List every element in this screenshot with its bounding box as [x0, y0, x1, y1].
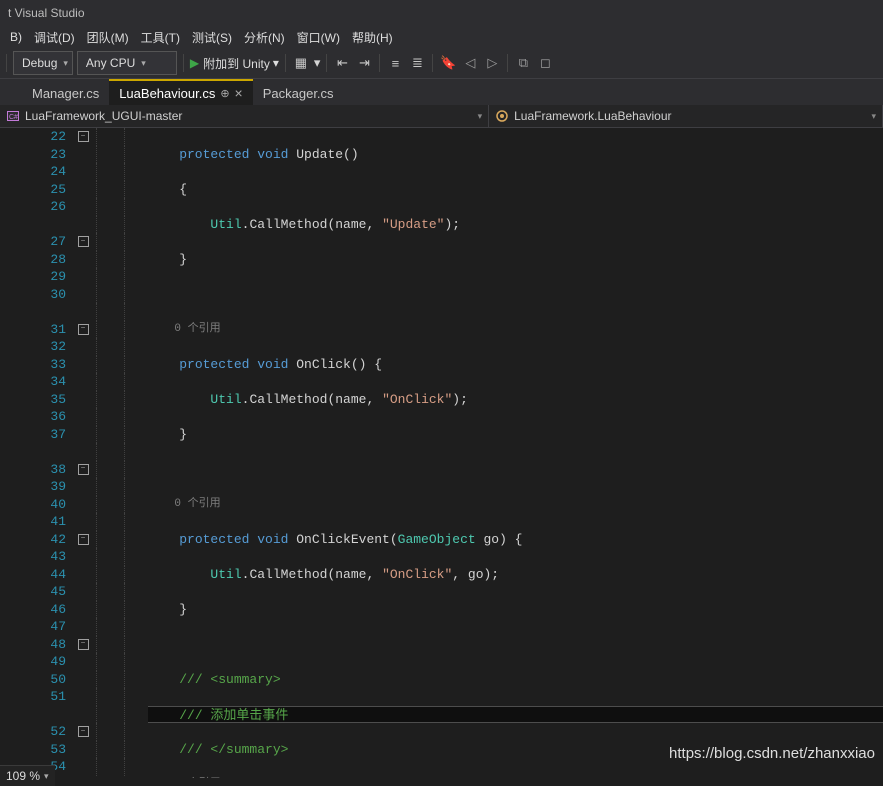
toolbar-separator — [326, 54, 327, 72]
close-icon[interactable]: × — [235, 86, 243, 100]
breadcrumb-project-text: LuaFramework_UGUI-master — [25, 109, 182, 123]
tab-label: LuaBehaviour.cs — [119, 86, 215, 101]
platform-value: Any CPU — [86, 56, 135, 70]
fold-toggle[interactable]: − — [78, 131, 89, 142]
pin-icon[interactable]: ⊕ — [220, 87, 229, 100]
disabled-icon: ◻ — [536, 54, 554, 72]
chevron-down-icon: ▾ — [871, 111, 876, 122]
menu-build[interactable]: B) — [4, 28, 28, 46]
attach-label: 附加到 Unity — [203, 55, 270, 72]
platform-dropdown[interactable]: Any CPU ▾ — [77, 51, 177, 75]
toolbar-separator — [507, 54, 508, 72]
next-bookmark-icon[interactable]: ▷ — [483, 54, 501, 72]
breadcrumb-class-text: LuaFramework.LuaBehaviour — [514, 109, 671, 123]
chevron-down-icon: ▾ — [141, 58, 146, 69]
chevron-down-icon: ▾ — [44, 771, 49, 782]
fold-toggle[interactable]: − — [78, 324, 89, 335]
menu-team[interactable]: 团队(M) — [81, 27, 135, 48]
fold-toggle[interactable]: − — [78, 236, 89, 247]
chevron-down-icon: ▾ — [478, 111, 483, 122]
tab-packager[interactable]: Packager.cs — [253, 81, 344, 105]
config-dropdown[interactable]: Debug ▾ — [13, 51, 73, 75]
comment-icon[interactable]: ≡ — [386, 54, 404, 72]
indent-left-icon[interactable]: ⇤ — [333, 54, 351, 72]
uncomment-icon[interactable]: ≣ — [408, 54, 426, 72]
toolbar-separator — [432, 54, 433, 72]
tab-label: Packager.cs — [263, 86, 334, 101]
codelens[interactable]: 1 个引用 — [148, 776, 883, 779]
line-number-margin: 2223242526272829303132333435363738394041… — [0, 128, 74, 778]
config-value: Debug — [22, 56, 57, 70]
menu-analyze[interactable]: 分析(N) — [238, 27, 291, 48]
svg-text:C#: C# — [9, 114, 18, 121]
tab-luabehaviour[interactable]: LuaBehaviour.cs ⊕ × — [109, 79, 253, 105]
code-area[interactable]: protected void Update() { Util.CallMetho… — [148, 128, 883, 778]
indent-right-icon[interactable]: ⇥ — [355, 54, 373, 72]
fold-toggle[interactable]: − — [78, 534, 89, 545]
status-bar: 109 % ▾ — [0, 765, 55, 786]
chevron-down-icon: ▾ — [314, 55, 321, 71]
indent-guide-1 — [120, 128, 148, 778]
csproj-icon: C# — [6, 109, 20, 123]
codelens[interactable]: 0 个引用 — [148, 496, 883, 514]
fold-column: − − − − − − − — [74, 128, 92, 778]
toolbar-separator — [183, 54, 184, 72]
bookmark-icon[interactable]: 🔖 — [439, 54, 457, 72]
fold-toggle[interactable]: − — [78, 639, 89, 650]
attach-unity-button[interactable]: 附加到 Unity ▾ — [203, 55, 279, 72]
menu-help[interactable]: 帮助(H) — [346, 27, 399, 48]
menu-tools[interactable]: 工具(T) — [135, 27, 186, 48]
current-line: /// 添加单击事件 — [148, 706, 883, 724]
toggle-icon[interactable]: ⧉ — [514, 54, 532, 72]
zoom-level[interactable]: 109 % — [6, 769, 40, 783]
menu-debug[interactable]: 调试(D) — [28, 27, 81, 48]
toolbar: Debug ▾ Any CPU ▾ ▶ 附加到 Unity ▾ ▦ ▾ ⇤ ⇥ … — [0, 48, 883, 79]
breadcrumb-project[interactable]: C# LuaFramework_UGUI-master ▾ — [0, 105, 489, 127]
chevron-down-icon: ▾ — [63, 58, 68, 69]
toolbar-separator — [379, 54, 380, 72]
class-icon — [495, 109, 509, 123]
toolbar-separator — [6, 54, 7, 72]
fold-toggle[interactable]: − — [78, 464, 89, 475]
code-editor[interactable]: 2223242526272829303132333435363738394041… — [0, 128, 883, 778]
tab-label: Manager.cs — [32, 86, 99, 101]
chevron-down-icon: ▾ — [273, 56, 279, 70]
tab-dropdown[interactable] — [0, 81, 22, 105]
title-text: t Visual Studio — [8, 6, 85, 20]
menu-bar: B) 调试(D) 团队(M) 工具(T) 测试(S) 分析(N) 窗口(W) 帮… — [0, 26, 883, 48]
indent-guide-0 — [92, 128, 120, 778]
document-tabs: Manager.cs LuaBehaviour.cs ⊕ × Packager.… — [0, 79, 883, 105]
fold-toggle[interactable]: − — [78, 726, 89, 737]
play-icon[interactable]: ▶ — [190, 56, 199, 70]
menu-test[interactable]: 测试(S) — [186, 27, 238, 48]
window-title: t Visual Studio — [0, 0, 883, 26]
menu-window[interactable]: 窗口(W) — [291, 27, 346, 48]
codelens[interactable]: 0 个引用 — [148, 321, 883, 339]
breadcrumb-class[interactable]: LuaFramework.LuaBehaviour ▾ — [489, 105, 883, 127]
tab-manager[interactable]: Manager.cs — [22, 81, 109, 105]
new-item-icon[interactable]: ▦ — [292, 54, 310, 72]
toolbar-separator — [285, 54, 286, 72]
code-text: protected void — [148, 147, 288, 162]
prev-bookmark-icon[interactable]: ◁ — [461, 54, 479, 72]
breadcrumb-bar: C# LuaFramework_UGUI-master ▾ LuaFramewo… — [0, 105, 883, 128]
